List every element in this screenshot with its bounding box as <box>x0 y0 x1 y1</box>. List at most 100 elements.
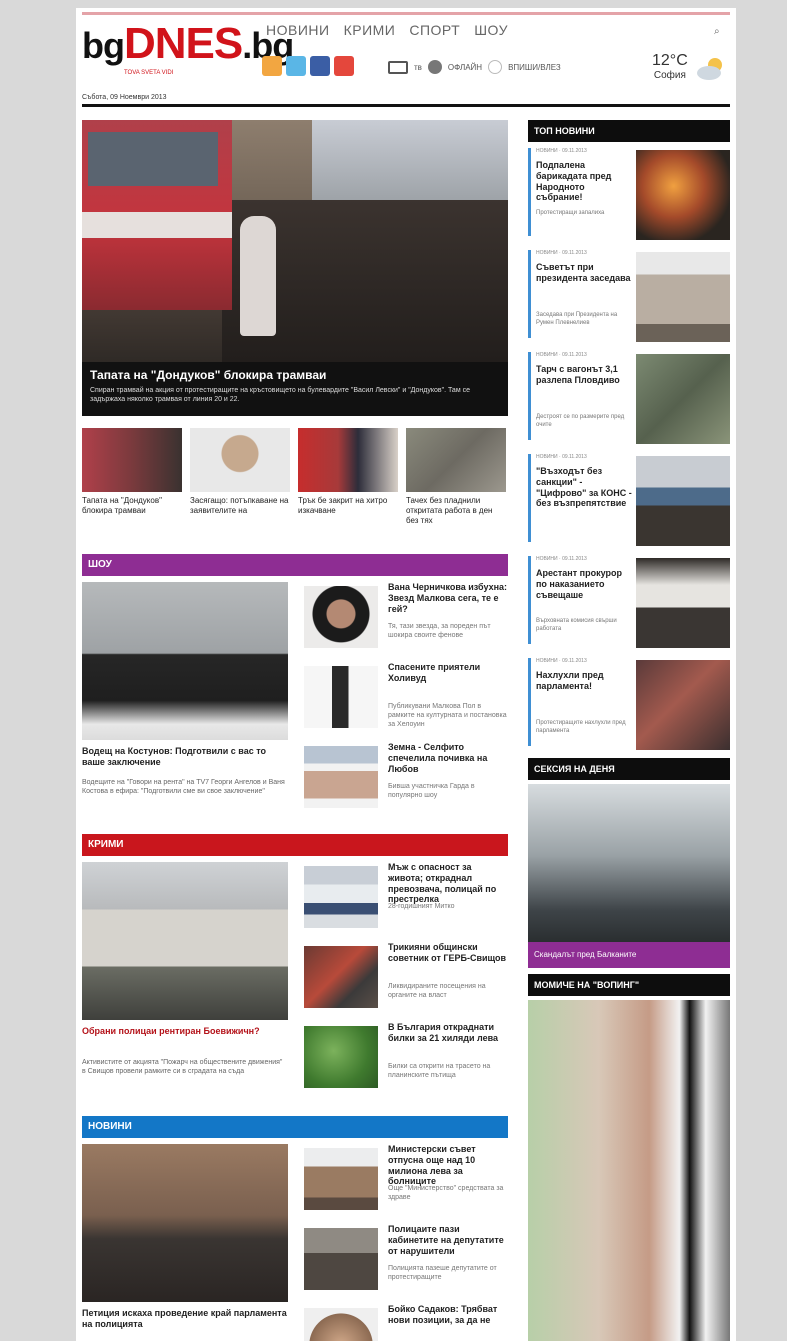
top-news-title[interactable]: Съветът при президента заседава <box>536 262 632 284</box>
show-item-title[interactable]: Спасените приятели Холивуд <box>388 662 508 684</box>
top-news-desc: Заседава при Президента на Румен Плевнел… <box>536 312 618 326</box>
top-news-item[interactable]: НОВИНИ · 09.11.2013 Съветът при президен… <box>528 248 730 344</box>
top-news-accent <box>528 658 531 746</box>
login-icon[interactable] <box>488 60 503 74</box>
top-news-image[interactable] <box>636 252 730 342</box>
show-main-photo[interactable] <box>82 582 288 740</box>
top-news-header[interactable]: ТОП НОВИНИ <box>528 120 730 142</box>
thumb-image[interactable] <box>298 428 398 492</box>
top-news-image[interactable] <box>636 660 730 750</box>
crime-item-title[interactable]: Трикияни общински советник от ГЕРБ-Свищо… <box>388 942 508 964</box>
crime-item[interactable]: Мъж с опасност за живота; откраднал прев… <box>304 862 508 938</box>
login-label[interactable]: ВПИШИ/ВЛЕЗ <box>508 63 561 72</box>
sitting-photo[interactable] <box>528 784 730 942</box>
twitter-icon[interactable] <box>286 56 306 76</box>
page: bgDNES.bg TOVA SVETA VIDI Събота, 09 Ное… <box>76 8 736 1341</box>
thumb-image[interactable] <box>406 428 506 492</box>
top-news-desc: Дестроят се по размерите пред очите <box>536 414 625 428</box>
crime-item-image[interactable] <box>304 946 378 1008</box>
facebook-icon[interactable] <box>310 56 330 76</box>
nav-sport[interactable]: СПОРТ <box>409 22 460 38</box>
lead-photo-sky <box>312 120 508 200</box>
thumb-title[interactable]: Тапата на "Дондуков" блокира трамваи <box>82 496 182 516</box>
top-news-item[interactable]: НОВИНИ · 09.11.2013 Подпалена барикадата… <box>528 146 730 242</box>
show-item[interactable]: Земна - Селфито спечелила почивка на Люб… <box>304 742 508 818</box>
thumb-item[interactable]: Тапата на "Дондуков" блокира трамваи <box>82 428 182 526</box>
news-item[interactable]: Министерски съвет отпусна още над 10 мил… <box>304 1144 508 1220</box>
news-main-title[interactable]: Петиция искаха проведение край парламент… <box>82 1308 288 1331</box>
top-news-item[interactable]: НОВИНИ · 09.11.2013 Арестант прокурор по… <box>528 554 730 650</box>
tv-icon[interactable] <box>388 60 408 74</box>
crime-item-title[interactable]: В България откраднати билки за 21 хиляди… <box>388 1022 508 1044</box>
thumb-title[interactable]: Тачех без пладнили откритата работа в де… <box>406 496 506 526</box>
lead-story[interactable]: Тапата на "Дондуков" блокира трамваи Спи… <box>82 120 508 416</box>
section-header-crime[interactable]: КРИМИ <box>82 834 508 856</box>
top-news-image[interactable] <box>636 558 730 648</box>
thumb-title[interactable]: Засягащо: потъпкаване на заявителите на <box>190 496 290 516</box>
tv-label[interactable]: тв <box>414 63 422 72</box>
thumb-title[interactable]: Трък бе закрит на хитро изкачване <box>298 496 398 516</box>
thumb-item[interactable]: Тачех без пладнили откритата работа в де… <box>406 428 506 526</box>
top-news-title[interactable]: "Възходът без санкции" - "Цифрово" за КО… <box>536 466 632 509</box>
show-item[interactable]: Вана Черничкова избухна: Звезд Малкова с… <box>304 582 508 658</box>
google-plus-icon[interactable] <box>334 56 354 76</box>
top-news-image[interactable] <box>636 150 730 240</box>
section-header-news[interactable]: НОВИНИ <box>82 1116 508 1138</box>
crime-item-image[interactable] <box>304 866 378 928</box>
nav-show[interactable]: ШОУ <box>474 22 508 38</box>
rss-icon[interactable] <box>262 56 282 76</box>
top-news-meta: НОВИНИ · 09.11.2013 <box>536 556 587 562</box>
show-main-description: Водещите на "Говори на рента" на TV7 Гео… <box>82 779 285 796</box>
top-news-item[interactable]: НОВИНИ · 09.11.2013 Нахлухли пред парлам… <box>528 656 730 752</box>
news-item-image[interactable] <box>304 1148 378 1210</box>
thumb-image[interactable] <box>190 428 290 492</box>
sitting-header[interactable]: СЕКСИЯ НА ДЕНЯ <box>528 758 730 780</box>
crime-main-title[interactable]: Обрани полицаи рентиран Боевижичн? <box>82 1026 288 1037</box>
show-item[interactable]: Спасените приятели Холивуд Публикувани М… <box>304 662 508 738</box>
model-photo[interactable] <box>528 1000 730 1341</box>
section-header-show[interactable]: ШОУ <box>82 554 508 576</box>
thumb-item[interactable]: Засягащо: потъпкаване на заявителите на <box>190 428 290 526</box>
crime-item[interactable]: В България откраднати билки за 21 хиляди… <box>304 1022 508 1098</box>
lead-photo-tram <box>82 120 232 310</box>
lead-photo[interactable] <box>82 120 508 362</box>
top-news-title[interactable]: Подпалена барикадата пред Народното събр… <box>536 160 632 203</box>
weather-widget: 12°C София <box>652 52 688 81</box>
top-news-title red[interactable]: Нахлухли пред парламента! <box>536 670 632 692</box>
top-news-title[interactable]: Тарч с вагонът 3,1 разлепа Пловдиво <box>536 364 632 386</box>
nav-news[interactable]: НОВИНИ <box>266 22 330 38</box>
crime-item-image[interactable] <box>304 1026 378 1088</box>
radio-label[interactable]: ОФЛАЙН <box>448 63 482 72</box>
sitting-caption[interactable]: Скандалът пред Балканите <box>528 942 730 968</box>
top-news-image[interactable] <box>636 354 730 444</box>
news-item[interactable]: Полицаите пази кабинетите на депутатите … <box>304 1224 508 1300</box>
show-item-image[interactable] <box>304 666 378 728</box>
news-item-image[interactable] <box>304 1228 378 1290</box>
crime-item-title[interactable]: Мъж с опасност за живота; откраднал прев… <box>388 862 508 905</box>
crime-main-photo[interactable] <box>82 862 288 1020</box>
lead-title[interactable]: Тапата на "Дондуков" блокира трамваи <box>90 368 500 382</box>
top-news-item[interactable]: НОВИНИ · 09.11.2013 "Възходът без санкци… <box>528 452 730 548</box>
news-item-title[interactable]: Министерски съвет отпусна още над 10 мил… <box>388 1144 508 1187</box>
news-item[interactable]: Бойко Садаков: Трябват нови позиции, за … <box>304 1304 508 1341</box>
top-news-image[interactable] <box>636 456 730 546</box>
thumb-item[interactable]: Трък бе закрит на хитро изкачване <box>298 428 398 526</box>
show-main-title[interactable]: Водещ на Костунов: Подготвили с вас то в… <box>82 746 288 769</box>
model-header[interactable]: МОМИЧЕ НА "ВОПИНГ" <box>528 974 730 996</box>
top-news-title[interactable]: Арестант прокурор по наказанието съвещаш… <box>536 568 632 600</box>
news-item-title[interactable]: Бойко Садаков: Трябват нови позиции, за … <box>388 1304 508 1326</box>
show-item-title[interactable]: Земна - Селфито спечелила почивка на Люб… <box>388 742 508 774</box>
crime-item[interactable]: Трикияни общински советник от ГЕРБ-Свищо… <box>304 942 508 1018</box>
lead-photo-person <box>240 216 276 336</box>
news-item-image[interactable] <box>304 1308 378 1341</box>
show-item-title[interactable]: Вана Черничкова избухна: Звезд Малкова с… <box>388 582 508 614</box>
news-item-title[interactable]: Полицаите пази кабинетите на депутатите … <box>388 1224 508 1256</box>
show-item-image[interactable] <box>304 746 378 808</box>
show-item-image[interactable] <box>304 586 378 648</box>
thumb-image[interactable] <box>82 428 182 492</box>
news-main-photo[interactable] <box>82 1144 288 1302</box>
nav-crime[interactable]: КРИМИ <box>344 22 396 38</box>
top-news-item[interactable]: НОВИНИ · 09.11.2013 Тарч с вагонът 3,1 р… <box>528 350 730 446</box>
search-icon[interactable]: ⌕ <box>714 26 720 37</box>
radio-icon[interactable] <box>427 60 442 74</box>
